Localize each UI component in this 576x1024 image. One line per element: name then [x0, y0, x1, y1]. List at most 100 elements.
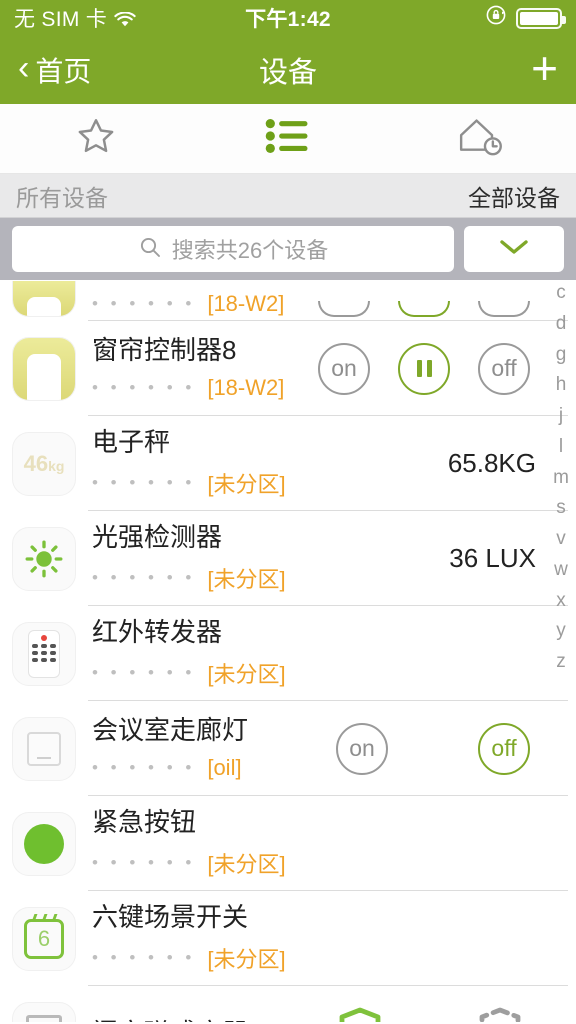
light-sensor-icon — [12, 526, 76, 591]
device-info: 会议室走廊灯 • • • • • • [oil] — [92, 714, 336, 782]
index-letter[interactable]: x — [556, 586, 566, 617]
signal-dots: • • • • • • — [92, 294, 196, 313]
section-left-label: 所有设备 — [16, 184, 108, 211]
index-letter[interactable]: j — [559, 401, 563, 432]
device-name: 电子秤 — [92, 426, 171, 457]
shield-disarmed-icon[interactable] — [474, 1005, 526, 1022]
status-bar: 无 SIM 卡 下午1:42 — [0, 0, 576, 36]
scale-icon-value: 46 — [23, 450, 49, 476]
control-off-button[interactable]: off — [478, 342, 530, 395]
index-letter[interactable]: v — [556, 524, 566, 555]
rotation-lock-icon — [485, 4, 507, 32]
index-letter[interactable]: s — [556, 493, 566, 524]
list-item[interactable]: 红外转发器 • • • • • • [未分区] — [0, 606, 576, 701]
add-device-button[interactable]: + — [531, 45, 558, 91]
battery-icon — [516, 7, 566, 29]
six-key-label: 6 — [37, 925, 51, 951]
device-zone: [未分区] — [207, 472, 286, 498]
back-button[interactable]: ‹ 首页 — [18, 50, 91, 90]
device-info: 电子秤 • • • • • • [未分区] — [92, 426, 448, 500]
tab-home-schedule[interactable] — [384, 104, 576, 173]
back-button-label: 首页 — [35, 56, 92, 87]
list-item[interactable]: 窗帘控制器8 • • • • • • [18-W2] on off — [0, 321, 576, 416]
signal-dots: • • • • • • — [92, 568, 196, 588]
signal-dots: • • • • • • — [92, 853, 196, 873]
clock-label: 下午1:42 — [245, 8, 331, 31]
index-letter[interactable]: h — [556, 370, 567, 401]
index-letter[interactable]: l — [559, 432, 563, 463]
control-pause-button[interactable] — [398, 342, 450, 395]
device-name: 门窗磁感应器 — [92, 1018, 334, 1022]
signal-dots: • • • • • • — [92, 663, 196, 683]
device-zone: [oil] — [207, 755, 242, 781]
search-icon — [138, 235, 162, 264]
device-info: 光强检测器 • • • • • • [未分区] — [92, 521, 449, 595]
control-pause-button[interactable] — [398, 301, 450, 317]
signal-dots: • • • • • • — [92, 758, 196, 778]
index-letter[interactable]: w — [554, 555, 568, 586]
list-item[interactable]: 门窗磁感应器 — [0, 986, 576, 1022]
device-info: 红外转发器 • • • • • • [未分区] — [92, 616, 560, 690]
device-name: 六键场景开关 — [92, 901, 249, 932]
search-bar: 搜索共26个设备 — [0, 218, 576, 280]
control-on-button[interactable]: on — [318, 342, 370, 395]
device-controls: on off — [318, 342, 560, 395]
device-list[interactable]: • • • • • • [18-W2] 窗帘控制器8 • • • • • • [… — [0, 280, 576, 1022]
list-item[interactable]: 会议室走廊灯 • • • • • • [oil] on off — [0, 701, 576, 796]
index-letter[interactable]: z — [556, 647, 566, 678]
wall-switch-icon — [12, 716, 76, 781]
pause-icon — [416, 360, 432, 377]
index-letter[interactable]: c — [556, 278, 566, 309]
device-controls: on off — [336, 722, 560, 775]
control-off-button[interactable]: off — [478, 722, 530, 775]
emergency-button-icon — [12, 811, 76, 876]
carrier-label: 无 SIM 卡 — [14, 8, 108, 31]
tab-favorites[interactable] — [0, 104, 192, 173]
device-zone: [未分区] — [207, 852, 286, 878]
alphabet-index[interactable]: c d g h j l m s v w x y z — [548, 278, 574, 678]
door-sensor-icon — [12, 1001, 76, 1022]
device-info: • • • • • • [18-W2] — [92, 291, 318, 317]
signal-dots: • • • • • • — [92, 378, 196, 398]
device-name: 光强检测器 — [92, 521, 223, 552]
device-info: 六键场景开关 • • • • • • [未分区] — [92, 901, 560, 975]
list-item[interactable]: 光强检测器 • • • • • • [未分区] 36 LUX — [0, 511, 576, 606]
index-letter[interactable]: g — [556, 340, 567, 371]
device-info: 窗帘控制器8 • • • • • • [18-W2] — [92, 335, 318, 402]
device-controls — [334, 1005, 560, 1022]
shield-armed-icon[interactable] — [334, 1005, 386, 1022]
device-zone: [18-W2] — [207, 375, 285, 401]
device-name: 红外转发器 — [92, 616, 223, 647]
tab-list[interactable] — [192, 104, 384, 173]
ir-remote-icon — [12, 621, 76, 686]
section-right-label[interactable]: 全部设备 — [468, 179, 560, 213]
search-input[interactable]: 搜索共26个设备 — [12, 226, 454, 272]
control-on-button[interactable]: on — [336, 722, 388, 775]
device-zone: [未分区] — [207, 567, 286, 593]
control-off-button[interactable] — [478, 301, 530, 317]
six-key-scene-icon: 6 — [12, 906, 76, 971]
list-item[interactable]: 46kg 电子秤 • • • • • • [未分区] 65.8KG — [0, 416, 576, 511]
index-letter[interactable]: m — [553, 463, 569, 494]
list-item[interactable]: 6 六键场景开关 • • • • • • [未分区] — [0, 891, 576, 986]
device-zone: [未分区] — [207, 662, 286, 688]
tab-bar — [0, 104, 576, 174]
curtain-icon — [12, 281, 76, 317]
list-item[interactable]: • • • • • • [18-W2] — [0, 280, 576, 321]
star-icon — [73, 114, 119, 163]
status-bar-right — [331, 4, 566, 32]
control-on-button[interactable] — [318, 301, 370, 317]
signal-dots: • • • • • • — [92, 473, 196, 493]
device-name: 紧急按钮 — [92, 806, 197, 837]
section-header: 所有设备 全部设备 — [0, 174, 576, 218]
device-name: 会议室走廊灯 — [92, 714, 249, 745]
home-clock-icon — [456, 115, 504, 162]
index-letter[interactable]: d — [556, 309, 567, 340]
list-item[interactable]: 紧急按钮 • • • • • • [未分区] — [0, 796, 576, 891]
chevron-left-icon: ‹ — [18, 49, 30, 87]
filter-dropdown-button[interactable] — [464, 226, 564, 272]
status-bar-left: 无 SIM 卡 — [14, 3, 245, 33]
index-letter[interactable]: y — [556, 616, 566, 647]
device-value: 65.8KG — [447, 448, 536, 478]
curtain-icon — [12, 336, 76, 401]
